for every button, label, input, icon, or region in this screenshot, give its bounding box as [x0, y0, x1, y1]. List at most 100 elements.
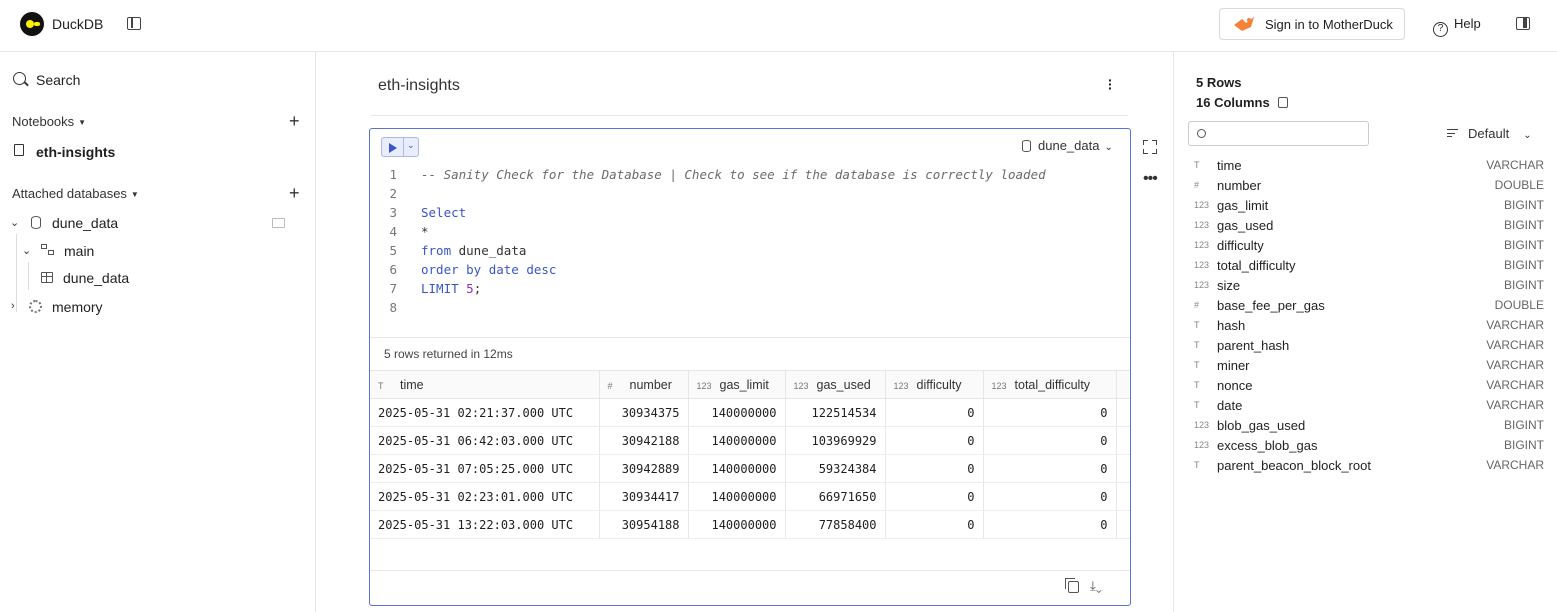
column-type-icon: 123 [1194, 280, 1210, 290]
right-panel-toggle-icon[interactable] [1516, 17, 1530, 30]
signin-motherduck-button[interactable]: Sign in to MotherDuck [1219, 8, 1405, 40]
notebook-icon [14, 144, 24, 156]
column-header[interactable]: 123 difficulty [885, 370, 984, 399]
column-row[interactable]: 123 total_difficulty BIGINT [1174, 258, 1557, 278]
column-inspector: 5 Rows 16 Columns Default ⌄ Ttime VARCHAR #… [1173, 52, 1557, 612]
attached-databases-title[interactable]: Attached databases ▼ [12, 186, 139, 201]
integer-type-icon: 123 [793, 380, 809, 391]
duckdb-logo-icon [20, 12, 44, 36]
column-type-icon: T [1194, 380, 1200, 390]
column-name: excess_blob_gas [1217, 438, 1318, 453]
column-row[interactable]: 123 excess_blob_gas BIGINT [1174, 438, 1557, 458]
column-name: difficulty [1217, 238, 1264, 253]
sql-cell[interactable]: ⌄ dune_data ⌄ 1 -- Sanity Check for the Da… [369, 128, 1131, 606]
help-button[interactable]: ? Help [1433, 16, 1481, 37]
tree-schema-main[interactable]: main [64, 243, 94, 259]
notebooks-section-title[interactable]: Notebooks ▼ [12, 114, 86, 129]
download-icon[interactable]: ⤓⌄ [1090, 578, 1102, 594]
column-type: BIGINT [1503, 218, 1544, 232]
column-type: BIGINT [1503, 278, 1544, 292]
database-icon [1022, 140, 1031, 152]
chevron-down-icon[interactable]: ⌄ [10, 216, 19, 229]
sidebar-search[interactable]: Search [36, 72, 80, 88]
integer-type-icon: 123 [696, 380, 712, 391]
chevron-right-icon[interactable]: › [11, 300, 15, 312]
text-type-icon: T [378, 380, 384, 391]
column-name: gas_used [1217, 218, 1274, 233]
table-row[interactable]: 2025-05-31 07:05:25.000 UTC 30942889 14000… [370, 454, 1130, 483]
column-count: 16 Columns [1196, 95, 1288, 110]
column-type: DOUBLE [1494, 178, 1544, 192]
column-header[interactable]: Ttime [370, 370, 600, 399]
chevron-down-icon[interactable]: ⌄ [22, 244, 31, 257]
tree-db-dune-data[interactable]: dune_data [52, 215, 118, 231]
play-icon [389, 143, 397, 153]
copy-icon[interactable] [1277, 97, 1288, 108]
column-row[interactable]: 123 gas_limit BIGINT [1174, 198, 1557, 218]
sidebar-toggle-icon[interactable] [127, 17, 141, 30]
table-row[interactable]: 2025-05-31 02:23:01.000 UTC 30934417 14000… [370, 482, 1130, 511]
column-type-icon: 123 [1194, 240, 1210, 250]
integer-type-icon: 123 [991, 380, 1007, 391]
database-select[interactable]: dune_data ⌄ [1022, 138, 1113, 153]
run-button[interactable]: ⌄ [381, 137, 419, 157]
divider [370, 115, 1128, 116]
code-line: 6 order by date desc [389, 262, 557, 277]
column-row[interactable]: Tparent_hash VARCHAR [1174, 338, 1557, 358]
column-row[interactable]: Tparent_beacon_block_root VARCHAR [1174, 458, 1557, 478]
chevron-down-icon: ⌄ [1104, 142, 1113, 153]
chevron-down-icon[interactable]: ⌄ [407, 140, 415, 151]
tree-db-memory[interactable]: memory [52, 299, 103, 315]
fullscreen-icon[interactable] [1143, 140, 1157, 154]
column-name: number [1217, 178, 1262, 193]
divider [370, 570, 1130, 571]
column-row[interactable]: Thash VARCHAR [1174, 318, 1557, 338]
column-header[interactable]: # number [599, 370, 689, 399]
table-row[interactable]: 2025-05-31 13:22:03.000 UTC 30954188 14000… [370, 510, 1130, 539]
column-type-icon: T [1194, 460, 1200, 470]
column-search-input[interactable] [1188, 121, 1369, 146]
folder-icon[interactable] [272, 218, 285, 228]
sort-select[interactable]: Default ⌄ [1447, 126, 1532, 141]
column-type-icon: T [1194, 160, 1200, 170]
table-icon [41, 272, 53, 283]
column-header[interactable]: 123 total_difficulty [983, 370, 1117, 399]
top-bar: DuckDB Sign in to MotherDuck ? Help [0, 0, 1557, 52]
column-row[interactable]: 123 blob_gas_used BIGINT [1174, 418, 1557, 438]
double-type-icon: # [607, 380, 613, 391]
sidebar-item-eth-insights[interactable]: eth-insights [36, 144, 115, 160]
column-row[interactable]: # number DOUBLE [1174, 178, 1557, 198]
tree-table-dune-data[interactable]: dune_data [63, 270, 129, 286]
memory-db-icon [29, 300, 42, 313]
column-name: blob_gas_used [1217, 418, 1306, 433]
notebook-title[interactable]: eth-insights [378, 77, 460, 95]
copy-icon[interactable] [1065, 578, 1079, 593]
column-row[interactable]: 123 difficulty BIGINT [1174, 238, 1557, 258]
column-name: size [1217, 278, 1241, 293]
column-row[interactable]: # base_fee_per_gas DOUBLE [1174, 298, 1557, 318]
column-row[interactable]: Tnonce VARCHAR [1174, 378, 1557, 398]
column-row[interactable]: 123 gas_used BIGINT [1174, 218, 1557, 238]
schema-icon [41, 244, 55, 256]
column-row[interactable]: Tminer VARCHAR [1174, 358, 1557, 378]
signin-label: Sign in to MotherDuck [1265, 17, 1393, 32]
column-header[interactable]: 123 gas_limit [688, 370, 786, 399]
code-line: 7 LIMIT 5; [389, 281, 482, 296]
tree-guide [28, 262, 29, 290]
more-options-icon[interactable]: ••• [1143, 170, 1158, 188]
code-line: 5 from dune_data [389, 243, 527, 258]
column-row[interactable]: Tdate VARCHAR [1174, 398, 1557, 418]
notebook-menu-icon[interactable]: · · · [1108, 73, 1113, 95]
column-header[interactable]: 123 gas_used [785, 370, 886, 399]
add-notebook-button[interactable]: + [289, 112, 300, 130]
attach-database-button[interactable]: + [289, 184, 300, 202]
column-row[interactable]: 123 size BIGINT [1174, 278, 1557, 298]
table-row[interactable]: 2025-05-31 06:42:03.000 UTC 30942188 14000… [370, 426, 1130, 455]
table-row[interactable]: 2025-05-31 02:21:37.000 UTC 30934375 14000… [370, 398, 1130, 427]
column-type-icon: # [1194, 300, 1200, 310]
column-row[interactable]: Ttime VARCHAR [1174, 158, 1557, 178]
tree-guide [16, 234, 17, 312]
search-icon [13, 72, 26, 85]
column-header-overflow[interactable] [1116, 370, 1130, 399]
column-name: base_fee_per_gas [1217, 298, 1325, 313]
